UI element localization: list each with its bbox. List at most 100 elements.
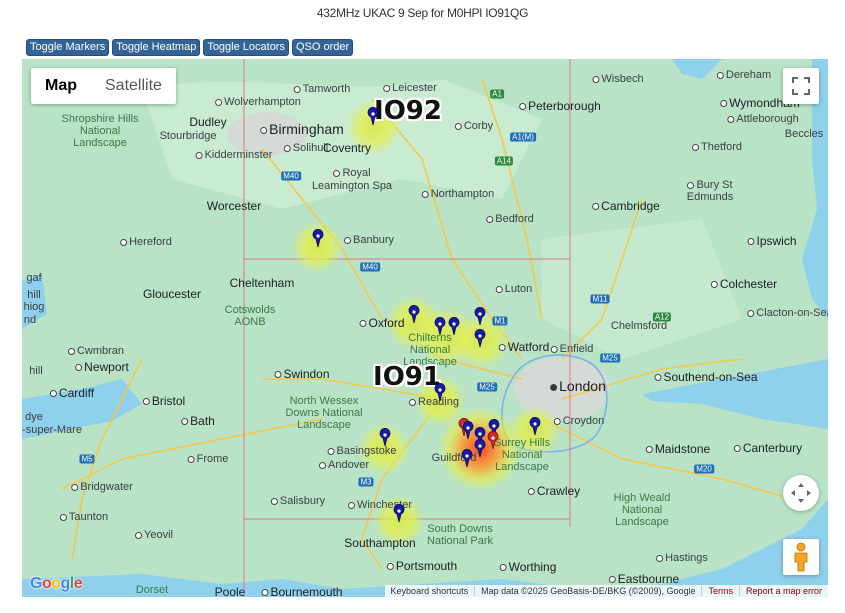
place-label: Canterbury [733, 441, 802, 455]
place-label: Kidderminster [195, 149, 272, 161]
terms-link[interactable]: Terms [701, 586, 739, 596]
toggle-locators-button[interactable]: Toggle Locators [203, 39, 289, 56]
map-type-control: Map Satellite [31, 68, 176, 104]
place-label: Gloucester [142, 287, 202, 301]
place-label: Cwmbran [67, 345, 124, 357]
map-canvas[interactable]: Leicester Tamworth Wolverhampton Wisbech… [22, 59, 828, 597]
place-label: Enfield [550, 343, 593, 355]
place-label: Hastings [656, 552, 708, 564]
park-label: Surrey Hills National Landscape [493, 437, 551, 473]
place-label: Winchester [347, 499, 412, 511]
place-label: Solihull [283, 142, 328, 154]
road-shield: M40 [360, 262, 380, 272]
place-label: Oxford [359, 316, 405, 330]
place-label: Salisbury [270, 495, 325, 507]
road-shield: A12 [652, 312, 672, 322]
map-data-text: Map data ©2025 GeoBasis-DE/BKG (©2009), … [474, 586, 701, 596]
place-label: Bridgwater [71, 481, 133, 493]
qso-order-button[interactable]: QSO order [291, 39, 354, 56]
pegman-icon [794, 542, 808, 572]
road-shield: M40 [281, 171, 301, 181]
place-label: Luton [495, 283, 532, 295]
keyboard-shortcuts-link[interactable]: Keyboard shortcuts [385, 586, 475, 596]
place-label: Newport [75, 360, 129, 374]
park-label: Shropshire Hills National Landscape [61, 113, 139, 149]
place-label: Hereford [120, 236, 172, 248]
toolbar: Toggle Markers Toggle Heatmap Toggle Loc… [26, 39, 354, 56]
place-label: Corby [454, 120, 493, 132]
place-label: Swindon [274, 367, 330, 381]
place-label: Maidstone [645, 442, 710, 456]
place-label: Basingstoke [327, 445, 396, 457]
road-shield: M25 [600, 353, 620, 363]
place-label: Croydon [553, 415, 604, 427]
road-shield: M11 [590, 294, 610, 304]
fullscreen-icon [792, 77, 810, 95]
place-label: Dereham [716, 69, 771, 81]
place-label: Birmingham [260, 121, 344, 137]
place-label: Portsmouth [386, 559, 457, 573]
place-label: London [550, 378, 606, 394]
road-shield: M5 [79, 454, 95, 464]
place-label: Dudley [189, 115, 227, 129]
place-label: Ipswich [747, 234, 797, 248]
place-label: gaf [26, 272, 42, 284]
place-label: Cambridge [592, 199, 660, 213]
place-label: Taunton [59, 511, 108, 523]
locator-label: IO92 [374, 96, 442, 126]
place-label: Peterborough [519, 99, 601, 113]
place-label: Guildford [431, 452, 477, 464]
place-label: -super-Mare [22, 424, 82, 436]
report-error-link[interactable]: Report a map error [738, 586, 828, 596]
park-label: South Downs National Park [426, 523, 494, 547]
road-shield: M1 [492, 316, 508, 326]
place-label: Bath [181, 414, 215, 428]
road-shield: M20 [694, 464, 714, 474]
park-label: Dorset [135, 584, 169, 596]
place-label: Worthing [499, 560, 556, 574]
place-label: Watford [498, 340, 549, 354]
place-label: hill [29, 365, 43, 377]
place-label: Crawley [527, 484, 580, 498]
place-label: Bristol [142, 394, 185, 408]
road-shield: A1(M) [510, 132, 536, 142]
park-label: North Wessex Downs National Landscape [285, 395, 363, 431]
place-label: Yeovil [135, 529, 173, 541]
road-shield: A1 [490, 89, 504, 99]
place-label: Thetford [692, 141, 742, 153]
page-title: 432MHz UKAC 9 Sep for M0HPI IO91QG [316, 6, 529, 20]
place-label: Southend-on-Sea [654, 370, 758, 384]
map-type-map-button[interactable]: Map [31, 68, 91, 104]
place-label: Andover [319, 459, 369, 471]
place-label: hiog [23, 301, 45, 313]
toggle-markers-button[interactable]: Toggle Markers [26, 39, 110, 56]
place-label: Cardiff [49, 386, 94, 400]
locator-label: IO91 [373, 362, 441, 392]
place-label: Coventry [322, 141, 372, 155]
place-label: Colchester [710, 277, 777, 291]
place-label: Royal Leamington Spa [311, 167, 393, 192]
place-label: Banbury [344, 234, 394, 246]
toggle-heatmap-button[interactable]: Toggle Heatmap [112, 39, 201, 56]
place-label: hill [27, 289, 41, 301]
place-label: Clacton-on-Sea [747, 307, 828, 319]
road-shield: M3 [358, 477, 374, 487]
place-label: Wisbech [592, 73, 644, 85]
map-attribution: Keyboard shortcuts Map data ©2025 GeoBas… [384, 585, 828, 597]
road-shield: M25 [477, 382, 497, 392]
place-label: Reading [409, 396, 459, 408]
street-view-pegman-button[interactable] [783, 539, 819, 575]
park-label: High Weald National Landscape [613, 492, 671, 528]
place-label: Southampton [344, 536, 416, 550]
fullscreen-button[interactable] [783, 68, 819, 104]
place-label: Bury St Edmunds [686, 179, 734, 203]
place-label: Attleborough [727, 113, 799, 125]
park-label: Cotswolds AONB [224, 304, 276, 328]
map-type-satellite-button[interactable]: Satellite [91, 68, 176, 104]
place-label: Wolverhampton [215, 96, 301, 108]
place-label: Northampton [421, 188, 494, 200]
place-label: Chelmsford [610, 320, 668, 332]
camera-control-button[interactable] [783, 475, 819, 511]
place-label: Bournemouth [261, 585, 343, 597]
place-label: Worcester [206, 199, 262, 213]
